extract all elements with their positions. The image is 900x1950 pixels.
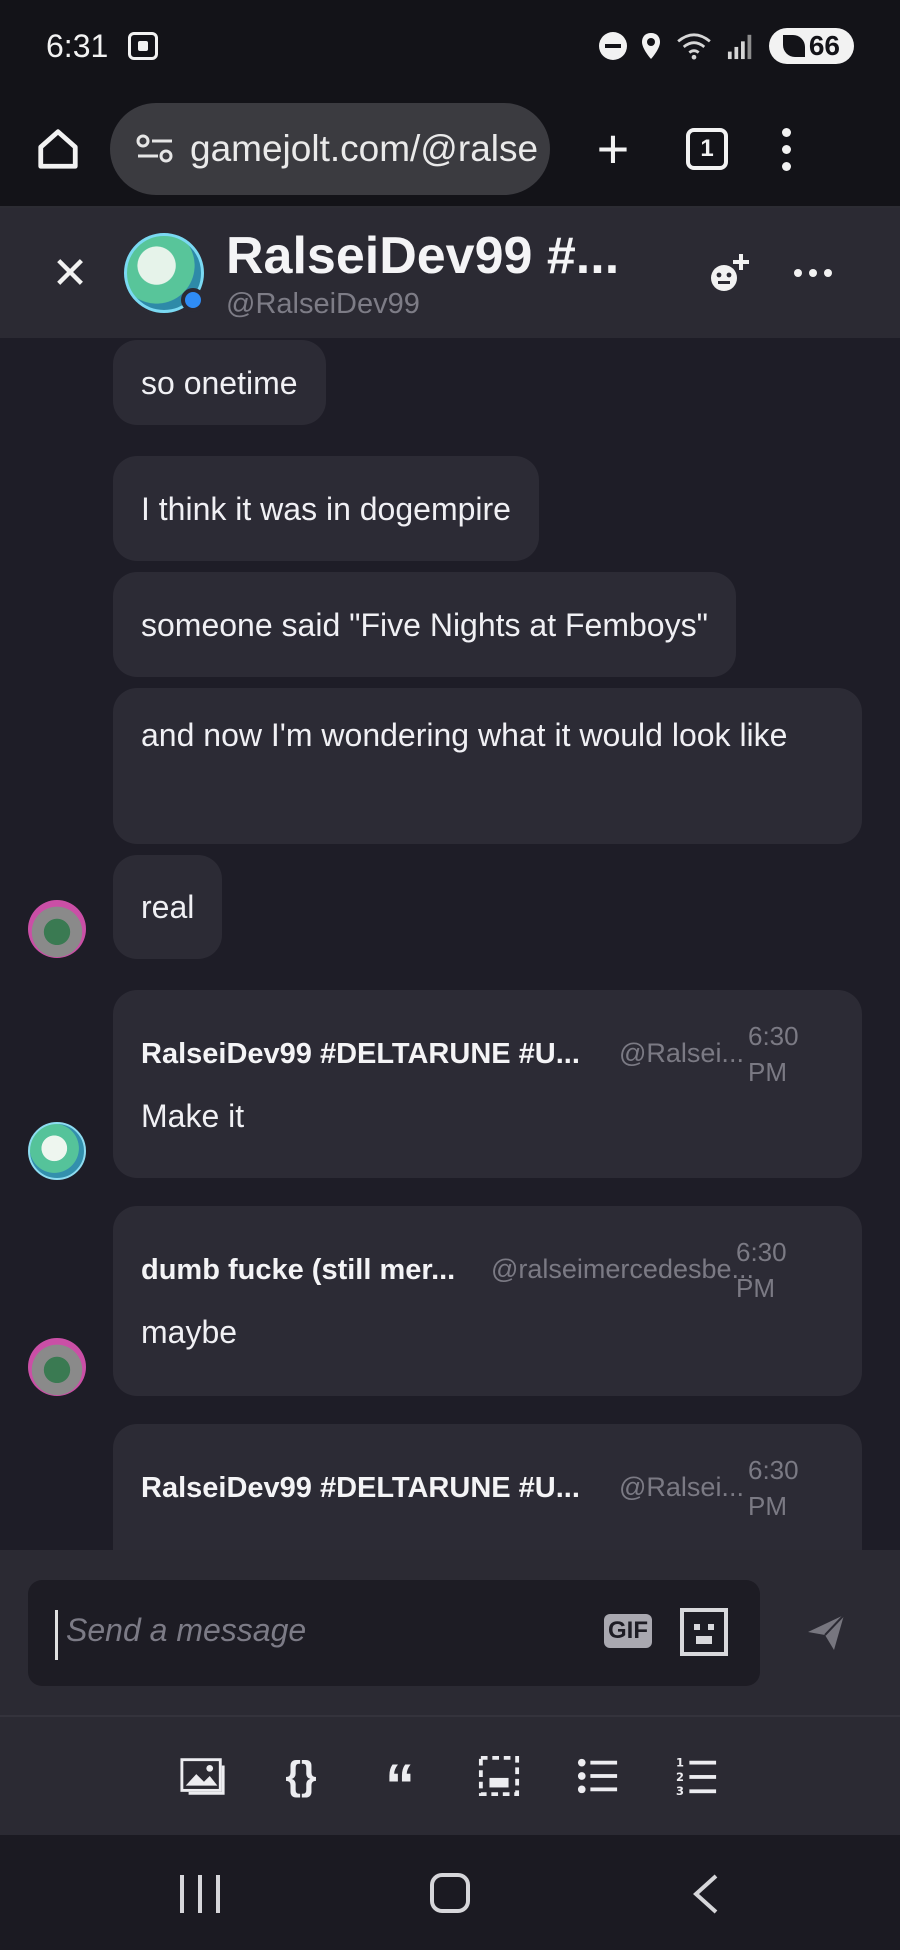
close-button[interactable]: ✕ bbox=[40, 243, 100, 303]
chat-header: ✕ RalseiDev99 #... @RalseiDev99 bbox=[0, 208, 900, 338]
status-icons: 66 bbox=[598, 28, 854, 64]
battery-saver-icon bbox=[782, 35, 805, 57]
bullet-list-button[interactable] bbox=[573, 1753, 623, 1799]
text-caret bbox=[55, 1610, 58, 1660]
dnd-icon bbox=[598, 32, 627, 60]
code-icon: {} bbox=[285, 1753, 317, 1798]
message-bubble[interactable]: I think it was in dogempire bbox=[113, 456, 539, 561]
message-input[interactable]: Send a message GIF bbox=[28, 1580, 760, 1686]
battery-icon: 66 bbox=[768, 28, 854, 64]
add-friend-button[interactable] bbox=[704, 248, 754, 298]
signal-icon bbox=[727, 34, 752, 60]
quote-button[interactable]: “ bbox=[375, 1753, 425, 1816]
message-handle: @Ralsei... bbox=[619, 1472, 744, 1502]
formatting-toolbar: {} “ 123 bbox=[0, 1715, 900, 1835]
spoiler-button[interactable] bbox=[474, 1753, 524, 1799]
site-settings-icon bbox=[136, 134, 173, 163]
tab-switcher-button[interactable]: 1 bbox=[686, 128, 728, 170]
message-placeholder: Send a message bbox=[66, 1612, 307, 1648]
quote-icon: “ bbox=[385, 1752, 415, 1819]
message-bubble[interactable]: real bbox=[113, 855, 223, 959]
message-bubble[interactable]: so onetime bbox=[113, 340, 326, 425]
recents-button[interactable] bbox=[180, 1875, 220, 1913]
chat-title: RalseiDev99 #... bbox=[226, 226, 620, 285]
image-icon bbox=[180, 1758, 225, 1795]
back-button[interactable] bbox=[688, 1873, 724, 1915]
wifi-icon bbox=[677, 33, 711, 60]
message-time: 6:30 PM bbox=[748, 1455, 799, 1521]
svg-text:1: 1 bbox=[676, 1755, 684, 1769]
more-options-button[interactable] bbox=[794, 269, 832, 277]
system-home-button[interactable] bbox=[430, 1873, 470, 1913]
send-button[interactable] bbox=[806, 1612, 846, 1652]
avatar[interactable] bbox=[28, 1122, 86, 1180]
header-titles: RalseiDev99 #... @RalseiDev99 bbox=[226, 226, 646, 321]
message-author[interactable]: dumb fucke (still mer... bbox=[141, 1254, 455, 1287]
message-card[interactable]: RalseiDev99 #DELTARUNE #U... @Ralsei... … bbox=[113, 1424, 862, 1550]
message-text: Make it bbox=[141, 1098, 245, 1134]
back-icon bbox=[693, 1874, 718, 1914]
spoiler-icon bbox=[478, 1755, 520, 1797]
message-composer: Send a message GIF bbox=[0, 1550, 900, 1715]
online-status-icon bbox=[181, 288, 205, 312]
screenshot-icon bbox=[128, 32, 159, 60]
avatar[interactable] bbox=[28, 1338, 86, 1396]
sticker-button[interactable] bbox=[680, 1608, 728, 1656]
add-friend-icon bbox=[711, 254, 749, 291]
code-block-button[interactable]: {} bbox=[276, 1753, 326, 1799]
message-author[interactable]: RalseiDev99 #DELTARUNE #U... bbox=[141, 1038, 580, 1071]
browser-menu-button[interactable] bbox=[782, 127, 791, 171]
message-card[interactable]: RalseiDev99 #DELTARUNE #U... @Ralsei... … bbox=[113, 990, 862, 1178]
browser-toolbar: gamejolt.com/@ralse + 1 bbox=[0, 92, 900, 208]
chat-handle: @RalseiDev99 bbox=[226, 287, 420, 320]
avatar[interactable] bbox=[124, 233, 205, 313]
message-time: 6:30 PM bbox=[748, 1021, 799, 1087]
status-time: 6:31 bbox=[46, 27, 109, 64]
message-bubble[interactable]: someone said "Five Nights at Femboys" bbox=[113, 572, 736, 677]
svg-text:3: 3 bbox=[676, 1784, 684, 1798]
insert-image-button[interactable] bbox=[178, 1753, 228, 1799]
gif-button[interactable]: GIF bbox=[604, 1614, 652, 1648]
address-bar[interactable]: gamejolt.com/@ralse bbox=[110, 103, 550, 195]
message-text: maybe bbox=[141, 1314, 238, 1350]
message-list[interactable]: so onetime I think it was in dogempire s… bbox=[0, 338, 900, 1550]
send-icon bbox=[808, 1614, 845, 1650]
home-icon bbox=[38, 129, 78, 169]
message-bubble[interactable]: and now I'm wondering what it would look… bbox=[113, 688, 862, 844]
numbered-list-icon: 123 bbox=[676, 1755, 717, 1798]
battery-level: 66 bbox=[808, 30, 840, 61]
system-navigation-bar bbox=[0, 1835, 900, 1950]
bullet-list-icon bbox=[577, 1758, 618, 1794]
message-time: 6:30 PM bbox=[736, 1237, 787, 1303]
numbered-list-button[interactable]: 123 bbox=[672, 1753, 722, 1799]
location-icon bbox=[641, 33, 660, 59]
message-handle: @Ralsei... bbox=[619, 1038, 744, 1068]
svg-text:2: 2 bbox=[676, 1770, 684, 1784]
message-author[interactable]: RalseiDev99 #DELTARUNE #U... bbox=[141, 1472, 580, 1505]
message-handle: @ralseimercedesbe... bbox=[491, 1254, 755, 1284]
url-text: gamejolt.com/@ralse bbox=[190, 128, 539, 169]
home-button[interactable] bbox=[26, 117, 90, 181]
avatar[interactable] bbox=[28, 900, 86, 958]
status-bar: 6:31 66 bbox=[0, 0, 900, 92]
new-tab-button[interactable]: + bbox=[588, 121, 638, 177]
message-card[interactable]: dumb fucke (still mer... @ralseimercedes… bbox=[113, 1206, 862, 1396]
